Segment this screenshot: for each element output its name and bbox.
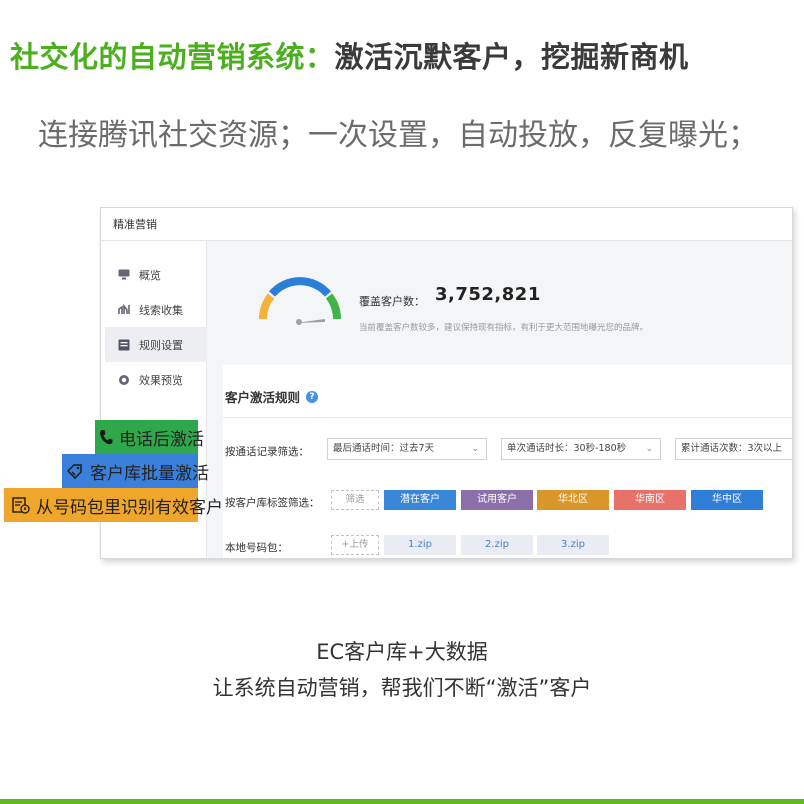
sidebar-item-label: 线索收集 [139, 303, 183, 317]
chevron-down-icon: ⌄ [471, 444, 479, 454]
sidebar-item-rules[interactable]: 规则设置 [105, 327, 207, 362]
zip-file-2[interactable]: 2.zip [461, 535, 533, 555]
select-value: 累计通话次数：3次以上 [681, 443, 783, 454]
tag-north-region[interactable]: 华北区 [537, 490, 609, 510]
select-value: 最后通话时间：过去7天 [333, 443, 435, 454]
tagline-secondary: 让系统自动营销，帮我们不断“激活”客户 [212, 676, 592, 700]
main-content: 覆盖客户数： 3,752,821 当前覆盖客户数较多，建议保持现有指标，有利于更… [207, 241, 792, 558]
coverage-label: 覆盖客户数： [359, 295, 425, 308]
rules-title-text: 客户激活规则 [225, 390, 301, 405]
callout-phone-activation: 电话后激活 [95, 420, 204, 454]
sidebar-item-overview[interactable]: 概览 [105, 257, 207, 292]
coverage-note: 当前覆盖客户数较多，建议保持现有指标，有利于更大范围地曝光您的品牌。 [359, 323, 649, 333]
phone-icon [99, 429, 113, 445]
headline-green: 社交化的自动营销系统 [10, 40, 306, 74]
tagline-primary: EC客户库+大数据 [316, 640, 488, 664]
callout-batch-activation: 客户库批量激活 [62, 454, 209, 488]
call-duration-select[interactable]: 单次通话时长：30秒-180秒 ⌄ [501, 438, 661, 460]
tag-filter-label: 按客户库标签筛选： [225, 497, 320, 509]
tag-south-region[interactable]: 华南区 [614, 490, 686, 510]
rules-icon [117, 338, 131, 352]
chevron-down-icon: ⌄ [645, 444, 653, 454]
callout-number-pack: 从号码包里识别有效客户 [4, 488, 223, 522]
sidebar-item-preview[interactable]: 效果预览 [105, 362, 207, 397]
rules-title: 客户激活规则 ? [225, 387, 319, 406]
funnel-icon [117, 303, 131, 317]
last-call-time-select[interactable]: 最后通话时间：过去7天 ⌄ [327, 438, 487, 460]
app-title: 精准营销 [101, 208, 792, 241]
call-filter-label: 按通话记录筛选： [225, 446, 309, 458]
help-icon[interactable]: ? [306, 390, 319, 403]
headline: 社交化的自动营销系统：激活沉默客户，挖掘新商机 [10, 34, 689, 76]
monitor-icon [117, 268, 131, 282]
coverage-value: 3,752,821 [435, 284, 541, 305]
zip-file-1[interactable]: 1.zip [384, 535, 456, 555]
tag-central-region[interactable]: 华中区 [691, 490, 763, 510]
headline-sep: ： [305, 40, 335, 74]
upload-button[interactable]: +上传 [331, 535, 379, 555]
coverage-card: 覆盖客户数： 3,752,821 当前覆盖客户数较多，建议保持现有指标，有利于更… [223, 257, 792, 353]
bottom-bar [0, 799, 804, 804]
divider [223, 417, 792, 418]
filter-button[interactable]: 筛选 [331, 490, 379, 510]
callout-label: 客户库批量激活 [90, 463, 209, 484]
call-count-select[interactable]: 累计通话次数：3次以上 [675, 438, 792, 460]
zip-file-3[interactable]: 3.zip [537, 535, 609, 555]
subheadline: 连接腾讯社交资源；一次设置，自动投放，反复曝光； [38, 118, 758, 153]
eye-icon [117, 373, 131, 387]
tag-trial-customer[interactable]: 试用客户 [461, 490, 533, 510]
sidebar-item-label: 概览 [139, 268, 161, 282]
sidebar-item-leads[interactable]: 线索收集 [105, 292, 207, 327]
gauge-icon [258, 277, 342, 325]
tag-potential-customer[interactable]: 潜在客户 [384, 490, 456, 510]
callout-label: 电话后激活 [119, 429, 204, 450]
tag-icon [66, 463, 84, 479]
headline-dark: 激活沉默客户，挖掘新商机 [334, 40, 689, 74]
file-icon [12, 496, 30, 514]
local-pack-label: 本地号码包： [225, 542, 288, 554]
sidebar-item-label: 效果预览 [139, 373, 183, 387]
select-value: 单次通话时长：30秒-180秒 [507, 443, 627, 454]
sidebar-item-label: 规则设置 [139, 338, 183, 352]
callout-label: 从号码包里识别有效客户 [36, 497, 223, 518]
rules-panel: 客户激活规则 ? 按通话记录筛选： 最后通话时间：过去7天 ⌄ 单次通话时长：3… [223, 365, 792, 558]
